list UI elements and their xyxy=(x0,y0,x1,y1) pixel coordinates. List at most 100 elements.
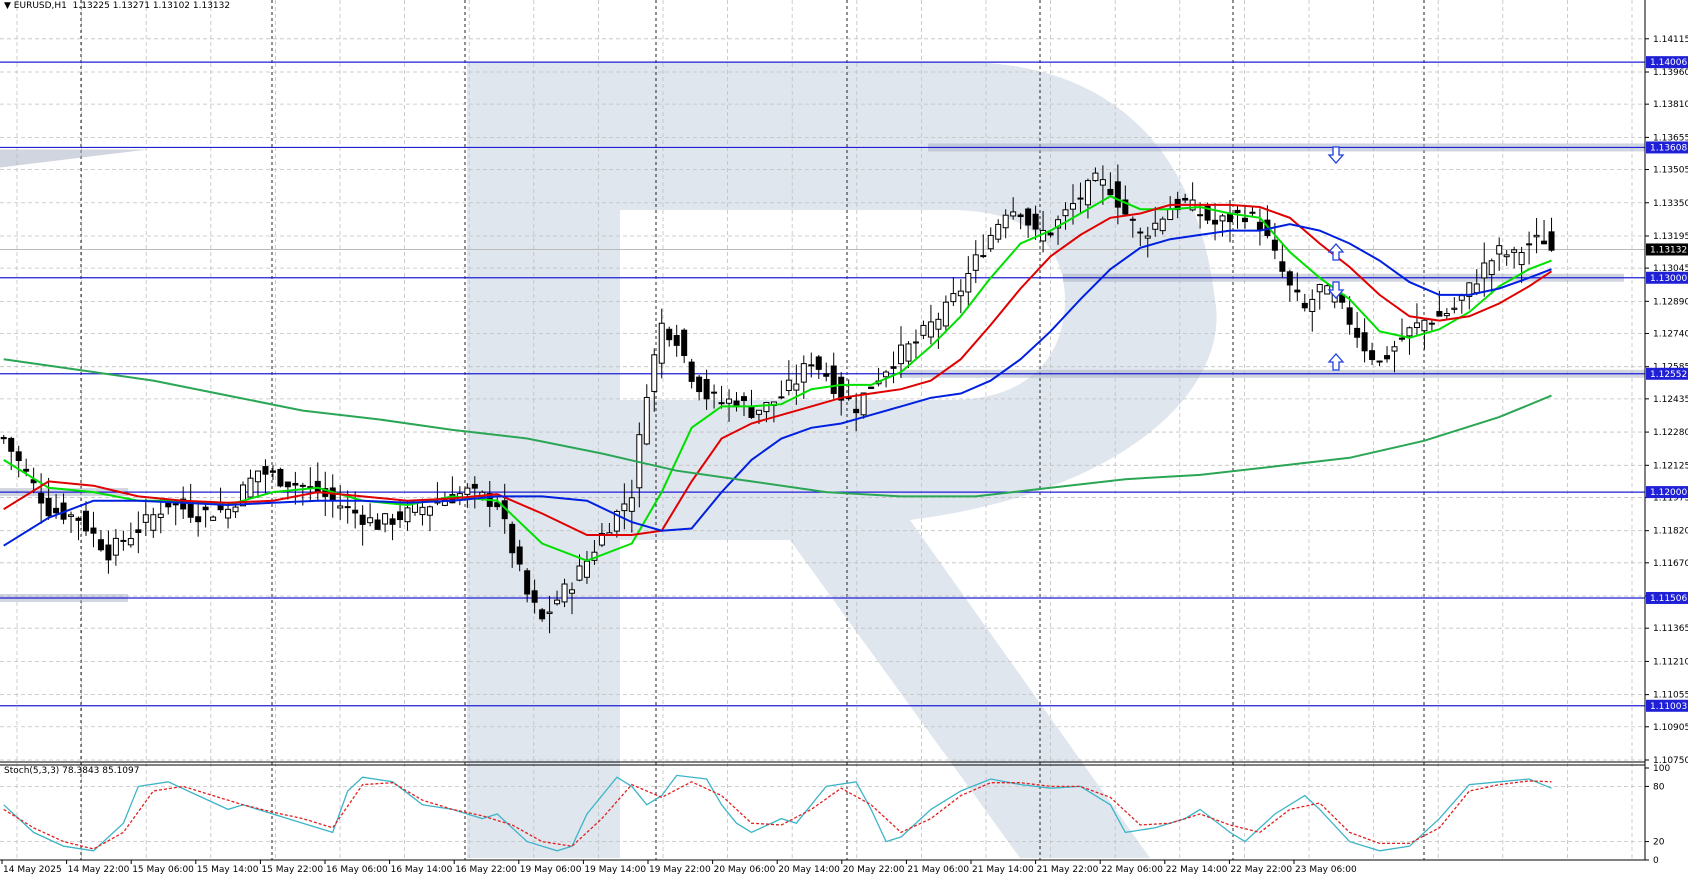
candle-body xyxy=(995,223,1002,240)
price-chart[interactable]: 1.141151.139601.138101.136551.135051.133… xyxy=(0,0,1688,876)
stochastic-label: Stoch(5,3,3) 78.3843 85.1097 xyxy=(4,766,140,776)
x-tick-label: 20 May 22:00 xyxy=(843,865,905,875)
candle-body xyxy=(1099,179,1106,186)
candle-body xyxy=(404,507,411,523)
candle-body xyxy=(1369,350,1376,360)
candle-body xyxy=(1010,211,1017,217)
candle-body xyxy=(1197,214,1204,217)
x-tick-label: 20 May 06:00 xyxy=(714,865,776,875)
candle-body xyxy=(337,505,344,509)
x-tick-label: 16 May 06:00 xyxy=(326,865,388,875)
candle-body xyxy=(666,328,673,341)
candle-body xyxy=(1488,260,1495,275)
candle-body xyxy=(1316,283,1323,293)
x-tick-label: 22 May 06:00 xyxy=(1101,865,1163,875)
y-tick-label: 1.11820 xyxy=(1653,527,1688,537)
candle-body xyxy=(681,329,688,357)
y-tick-label: 1.13350 xyxy=(1653,199,1688,209)
candle-body xyxy=(1167,208,1174,221)
collapse-triangle-icon[interactable]: ▼ xyxy=(4,1,11,11)
candle-body xyxy=(823,373,830,377)
candle-body xyxy=(367,517,374,524)
candle-body xyxy=(45,497,52,517)
candle-body xyxy=(23,468,30,472)
candle-body xyxy=(1025,208,1032,226)
candle-body xyxy=(1219,215,1226,222)
stoch-y-tick-label: 0 xyxy=(1653,856,1659,866)
candle-body xyxy=(1152,222,1159,230)
candle-body xyxy=(621,503,628,512)
x-tick-label: 22 May 22:00 xyxy=(1230,865,1292,875)
candle-body xyxy=(763,402,770,413)
candle-body xyxy=(120,539,127,542)
candle-body xyxy=(344,506,351,509)
candle-body xyxy=(1182,197,1189,201)
candle-body xyxy=(1309,298,1316,312)
candle-body xyxy=(748,405,755,418)
y-tick-label: 1.13505 xyxy=(1653,166,1688,176)
candle-body xyxy=(1518,252,1525,266)
level-price-label: 1.14006 xyxy=(1650,58,1687,68)
candle-body xyxy=(1533,234,1540,238)
candle-body xyxy=(1077,197,1084,200)
x-tick-label: 21 May 14:00 xyxy=(972,865,1034,875)
candle-body xyxy=(1286,271,1293,286)
candle-body xyxy=(1114,181,1121,208)
candle-body xyxy=(1084,180,1091,206)
x-tick-label: 20 May 14:00 xyxy=(778,865,840,875)
candle-body xyxy=(569,589,576,594)
candle-body xyxy=(471,483,478,489)
candle-body xyxy=(1398,337,1405,340)
y-tick-label: 1.11210 xyxy=(1653,657,1688,667)
candle-body xyxy=(1294,289,1301,293)
stoch-y-tick-label: 100 xyxy=(1653,764,1670,774)
candle-body xyxy=(1473,283,1480,294)
candle-body xyxy=(82,510,89,532)
level-price-label: 1.13000 xyxy=(1650,274,1687,284)
candle-body xyxy=(247,477,254,498)
y-tick-label: 1.13960 xyxy=(1653,68,1688,78)
x-tick-label: 21 May 22:00 xyxy=(1037,865,1099,875)
candle-body xyxy=(1391,346,1398,352)
candle-body xyxy=(711,391,718,394)
candle-body xyxy=(561,583,568,603)
candle-body xyxy=(1526,243,1533,246)
candle-body xyxy=(740,396,747,401)
candle-body xyxy=(75,517,82,521)
level-price-label: 1.13608 xyxy=(1650,143,1687,153)
x-tick-label: 19 May 22:00 xyxy=(649,865,711,875)
x-tick-label: 21 May 06:00 xyxy=(907,865,969,875)
candle-body xyxy=(90,527,97,534)
candle-body xyxy=(539,609,546,620)
candle-body xyxy=(389,518,396,525)
x-tick-label: 19 May 06:00 xyxy=(520,865,582,875)
candle-body xyxy=(1249,211,1256,214)
level-price-label: 1.12552 xyxy=(1650,370,1687,380)
candle-body xyxy=(232,506,239,513)
candle-body xyxy=(97,539,104,551)
candle-body xyxy=(150,514,157,531)
candle-body xyxy=(935,318,942,330)
y-tick-label: 1.14115 xyxy=(1653,35,1688,45)
candle-body xyxy=(1069,203,1076,210)
candle-body xyxy=(576,565,583,581)
y-tick-label: 1.13810 xyxy=(1653,100,1688,110)
candle-body xyxy=(688,361,695,382)
candle-body xyxy=(187,502,194,518)
candle-body xyxy=(643,396,650,445)
candle-body xyxy=(1137,231,1144,234)
candle-body xyxy=(793,383,800,391)
level-price-label: 1.11506 xyxy=(1650,594,1687,604)
y-tick-label: 1.13195 xyxy=(1653,232,1688,242)
candle-body xyxy=(1481,262,1488,279)
candle-body xyxy=(15,451,22,462)
x-tick-label: 19 May 14:00 xyxy=(584,865,646,875)
y-tick-label: 1.12280 xyxy=(1653,428,1688,438)
candle-body xyxy=(1503,254,1510,258)
candle-body xyxy=(651,354,658,392)
candle-body xyxy=(890,366,897,369)
level-price-label: 1.11003 xyxy=(1650,702,1687,712)
candle-body xyxy=(269,470,276,473)
candle-body xyxy=(426,506,433,516)
candle-body xyxy=(673,335,680,346)
